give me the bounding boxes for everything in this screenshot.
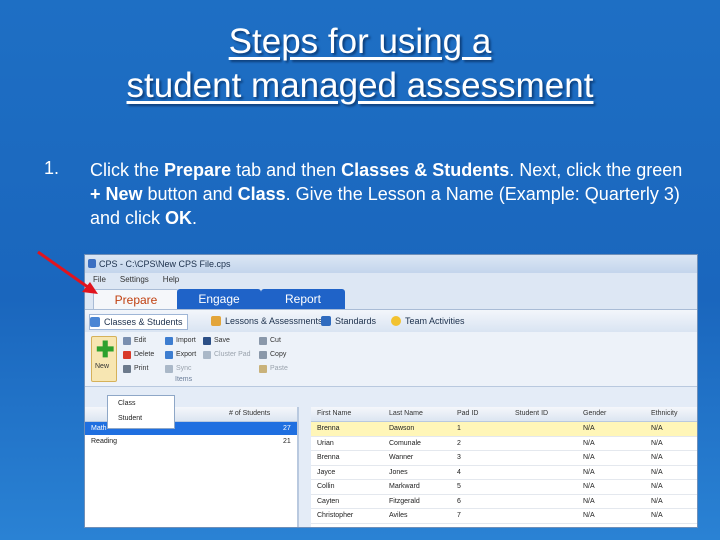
red-arrow-icon: [37, 250, 98, 294]
menu-item-class[interactable]: Class: [108, 396, 174, 411]
new-dropdown-menu: Class Student: [107, 395, 175, 429]
menu-item-student[interactable]: Student: [108, 411, 174, 426]
